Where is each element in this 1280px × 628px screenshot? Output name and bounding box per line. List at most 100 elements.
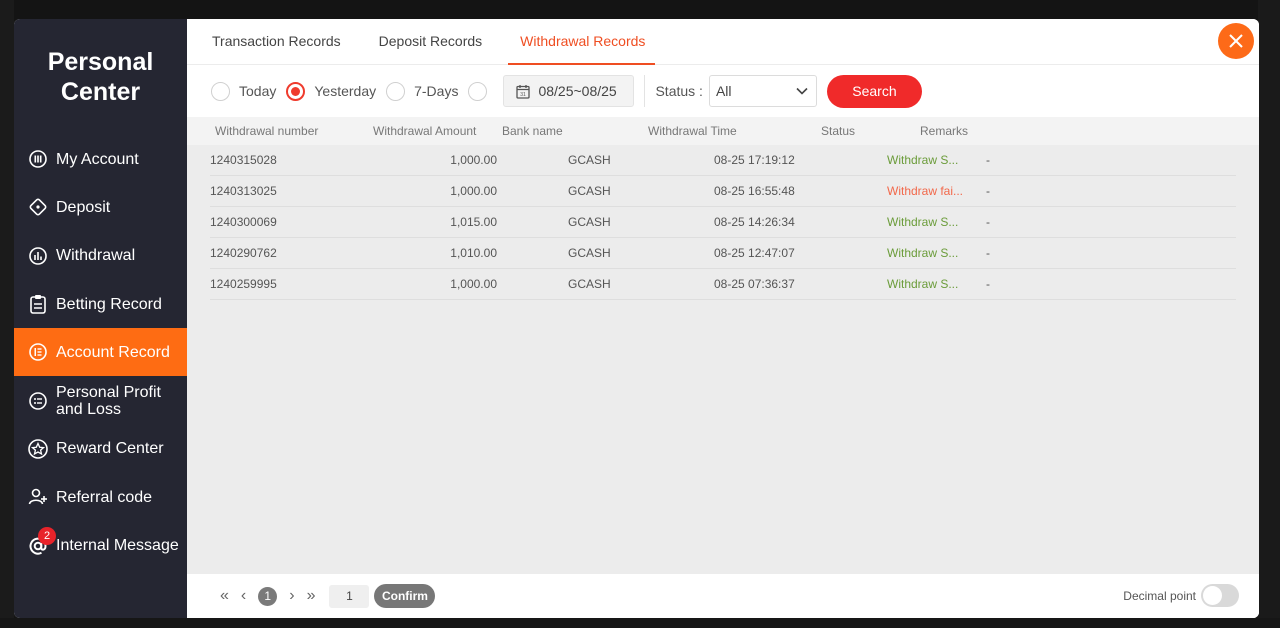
radio-yesterday[interactable]: Yesterday	[286, 81, 376, 101]
decimal-point-label: Decimal point	[1123, 588, 1196, 603]
decimal-point-setting: Decimal point	[1123, 584, 1239, 607]
status-cell[interactable]: Withdraw S...	[887, 153, 986, 167]
sidebar-item-label: Referral code	[56, 488, 153, 506]
remarks-cell: -	[986, 153, 990, 167]
sidebar-item-account-record[interactable]: Account Record	[14, 328, 187, 377]
record-icon	[28, 342, 48, 362]
bank-name-cell: GCASH	[568, 277, 611, 291]
withdrawal-number-cell: 1240315028	[210, 153, 277, 167]
status-cell[interactable]: Withdraw S...	[887, 215, 986, 229]
first-page-icon[interactable]: «	[220, 587, 229, 605]
withdrawal-time-cell: 08-25 14:26:34	[714, 215, 795, 229]
remarks-cell: -	[986, 184, 990, 198]
withdrawal-number-cell: 1240313025	[210, 184, 277, 198]
bank-name-cell: GCASH	[568, 215, 611, 229]
current-page[interactable]: 1	[258, 586, 278, 606]
page-input[interactable]: 1	[329, 584, 370, 608]
main-panel: Transaction Records Deposit Records With…	[187, 19, 1259, 618]
table-row: 1240313025 1,000.00 GCASH 08-25 16:55:48 Wit…	[210, 176, 1236, 207]
sidebar-item-label: Deposit	[56, 198, 111, 216]
remarks-cell: -	[986, 215, 990, 229]
remarks-cell: -	[986, 246, 990, 260]
table-row: 1240290762 1,010.00 GCASH 08-25 12:47:07 Wit…	[210, 238, 1236, 269]
withdrawal-time-cell: 08-25 12:47:07	[714, 246, 795, 260]
sidebar-item-personal-profit-and-loss[interactable]: Personal Profit and Loss	[14, 376, 187, 424]
withdrawal-number-cell: 1240290762	[210, 246, 277, 260]
column-header: Status	[821, 124, 856, 138]
close-icon	[1229, 34, 1243, 48]
status-select[interactable]: All	[708, 75, 817, 107]
background-bottom	[0, 618, 1280, 628]
radio-circle	[286, 81, 306, 101]
sidebar-item-betting-record[interactable]: Betting Record	[14, 280, 187, 328]
tab-deposit-records[interactable]: Deposit Records	[379, 19, 483, 64]
status-cell[interactable]: Withdraw fai...	[887, 184, 986, 198]
date-range-picker[interactable]: 31 08/25~08/25	[503, 75, 635, 107]
tab-withdrawal-records[interactable]: Withdrawal Records	[508, 19, 656, 65]
column-header: Withdrawal number	[215, 124, 319, 138]
sidebar-item-internal-message[interactable]: 2 Internal Message	[14, 521, 187, 569]
status-cell[interactable]: Withdraw S...	[887, 277, 986, 291]
bank-name-cell: GCASH	[568, 184, 611, 198]
withdrawal-time-cell: 08-25 17:19:12	[714, 153, 795, 167]
close-button[interactable]	[1218, 23, 1254, 59]
sidebar-item-withdrawal[interactable]: Withdrawal	[14, 232, 187, 280]
tab-transaction-records[interactable]: Transaction Records	[212, 19, 341, 64]
star-icon	[28, 439, 48, 459]
column-header: Remarks	[920, 124, 969, 138]
withdrawal-icon	[28, 246, 48, 266]
sidebar-item-reward-center[interactable]: Reward Center	[14, 425, 187, 473]
withdrawal-number-cell: 1240300069	[210, 215, 277, 229]
radio-circle	[211, 81, 230, 101]
sidebar-menu: My Account Deposit Withdrawal Betting Re…	[14, 135, 187, 570]
radio-circle	[386, 81, 406, 101]
withdrawal-amount-cell: 1,000.00	[450, 184, 497, 198]
svg-text:31: 31	[521, 92, 527, 98]
table-body: 1240315028 1,000.00 GCASH 08-25 17:19:12 Wit…	[187, 145, 1259, 300]
sidebar-item-my-account[interactable]: My Account	[14, 135, 187, 183]
column-header: Withdrawal Amount	[373, 124, 477, 138]
sidebar-item-label: Personal Profit and Loss	[56, 383, 161, 418]
table-row: 1240315028 1,000.00 GCASH 08-25 17:19:12 Wit…	[210, 145, 1236, 176]
sidebar: Personal Center My Account Deposit Withd…	[14, 19, 187, 618]
account-icon	[28, 149, 48, 169]
withdrawal-time-cell: 08-25 07:36:37	[714, 277, 795, 291]
user-add-icon	[28, 487, 48, 507]
decimal-point-toggle[interactable]	[1201, 584, 1239, 607]
bank-name-cell: GCASH	[568, 246, 611, 260]
sidebar-item-deposit[interactable]: Deposit	[14, 183, 187, 231]
clipboard-icon	[28, 294, 48, 314]
next-page-icon[interactable]: ›	[289, 587, 294, 605]
sidebar-title-line2: Center	[60, 78, 141, 106]
sidebar-item-label: Withdrawal	[56, 247, 136, 265]
sidebar-item-label: Betting Record	[56, 295, 162, 313]
sidebar-title: Personal Center	[14, 47, 187, 107]
sidebar-item-label: My Account	[56, 150, 139, 168]
search-button[interactable]: Search	[826, 74, 922, 108]
sidebar-item-label: Internal Message	[56, 537, 179, 555]
last-page-icon[interactable]: »	[307, 587, 316, 605]
confirm-button[interactable]: Confirm	[374, 584, 436, 608]
radio-today[interactable]: Today	[211, 81, 276, 101]
remarks-cell: -	[986, 277, 990, 291]
prev-page-icon[interactable]: ‹	[241, 587, 246, 605]
chevron-down-icon	[796, 87, 808, 95]
background-right	[1258, 0, 1280, 628]
status-cell[interactable]: Withdraw S...	[887, 246, 986, 260]
date-range-value: 08/25~08/25	[538, 83, 617, 99]
withdrawal-time-cell: 08-25 16:55:48	[714, 184, 795, 198]
sidebar-item-label: Reward Center	[56, 440, 164, 458]
withdrawal-amount-cell: 1,015.00	[450, 215, 497, 229]
radio-custom-range[interactable]	[468, 81, 496, 101]
radio-7-days[interactable]: 7-Days	[386, 81, 459, 101]
sidebar-item-referral-code[interactable]: Referral code	[14, 473, 187, 521]
radio-label: 7-Days	[414, 83, 459, 99]
withdrawal-amount-cell: 1,000.00	[450, 277, 497, 291]
background-left	[0, 0, 14, 628]
status-select-value: All	[715, 83, 732, 99]
radio-circle	[468, 81, 488, 101]
list-icon	[28, 391, 48, 411]
table-header: Withdrawal number Withdrawal Amount Bank…	[187, 117, 1259, 145]
filter-divider	[644, 75, 646, 107]
sidebar-title-line1: Personal	[47, 48, 154, 76]
